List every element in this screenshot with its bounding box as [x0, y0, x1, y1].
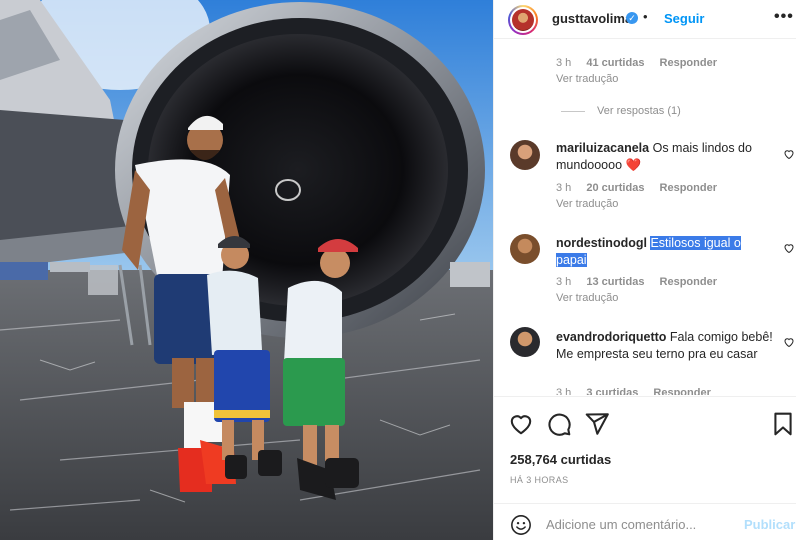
author-avatar[interactable]: [508, 5, 538, 35]
like-comment-heart-icon[interactable]: [783, 148, 795, 160]
author-username[interactable]: gusttavolima: [552, 11, 632, 26]
smiley-icon[interactable]: [510, 514, 532, 536]
commenter-avatar[interactable]: [510, 327, 540, 357]
reply-button[interactable]: Responder: [660, 57, 717, 69]
comment-likes[interactable]: 20 curtidas: [586, 182, 644, 194]
translate-link[interactable]: Ver tradução: [556, 292, 618, 304]
reply-button[interactable]: Responder: [660, 276, 717, 288]
reply-button[interactable]: Responder: [653, 387, 710, 395]
commenter-username[interactable]: nordestinodogl: [556, 236, 647, 250]
post-timestamp[interactable]: HÁ 3 HORAS: [510, 475, 569, 485]
bookmark-icon[interactable]: [770, 411, 796, 437]
heart-icon[interactable]: [508, 411, 534, 437]
post-header: gusttavolima ✓ • Seguir •••: [494, 0, 796, 39]
comment-likes[interactable]: 3 curtidas: [586, 387, 638, 395]
comment-time: 3 h: [556, 276, 572, 288]
publish-button[interactable]: Publicar: [744, 517, 795, 532]
comment-likes[interactable]: 41 curtidas: [586, 57, 644, 69]
paper-plane-icon[interactable]: [584, 411, 610, 437]
comment-time: 3 h: [556, 57, 572, 69]
post-actions: 258,764 curtidas HÁ 3 HORAS: [494, 396, 796, 500]
comment-meta: 3 h 41 curtidas Responder: [556, 57, 729, 69]
follow-button[interactable]: Seguir: [664, 11, 704, 26]
translate-link[interactable]: Ver tradução: [556, 73, 618, 85]
commenter-username[interactable]: evandrodoriquetto: [556, 330, 666, 344]
comment-meta: 3 h 20 curtidas Responder: [556, 182, 729, 194]
post-photo[interactable]: [0, 0, 493, 540]
like-comment-heart-icon[interactable]: [783, 336, 795, 348]
comment-meta: 3 h 13 curtidas Responder: [556, 276, 729, 288]
comment-body: evandrodoriquetto Fala comigo bebê! Me e…: [556, 329, 774, 363]
post-photo-illustration: [0, 0, 493, 540]
comment-body: nordestinodogl Estilosos igual o papai: [556, 235, 766, 269]
commenter-avatar[interactable]: [510, 140, 540, 170]
view-replies-button[interactable]: Ver respostas (1): [597, 105, 681, 117]
comment-icon[interactable]: [546, 411, 572, 437]
heart-emoji: ❤️: [625, 158, 642, 172]
replies-divider: [561, 111, 585, 112]
add-comment-bar: Publicar: [494, 503, 796, 540]
comment-meta: 3 h 3 curtidas Responder: [556, 387, 723, 395]
commenter-username[interactable]: mariluizacanela: [556, 141, 649, 155]
comment-likes[interactable]: 13 curtidas: [586, 276, 644, 288]
header-separator: •: [643, 9, 648, 24]
comment-time: 3 h: [556, 387, 572, 395]
comments-list[interactable]: 3 h 41 curtidas Responder Ver tradução V…: [494, 40, 796, 395]
translate-link[interactable]: Ver tradução: [556, 198, 618, 210]
more-options-icon[interactable]: •••: [774, 8, 794, 26]
like-comment-heart-icon[interactable]: [783, 242, 795, 254]
comment-time: 3 h: [556, 182, 572, 194]
comment-body: mariluizacanela Os mais lindos do mundoo…: [556, 140, 766, 174]
reply-button[interactable]: Responder: [660, 182, 717, 194]
commenter-avatar[interactable]: [510, 234, 540, 264]
post-details-panel: gusttavolima ✓ • Seguir ••• 3 h 41 curti…: [493, 0, 796, 540]
comment-input[interactable]: [546, 514, 736, 534]
verified-badge-icon: ✓: [626, 12, 638, 24]
likes-count[interactable]: 258,764 curtidas: [510, 452, 611, 467]
